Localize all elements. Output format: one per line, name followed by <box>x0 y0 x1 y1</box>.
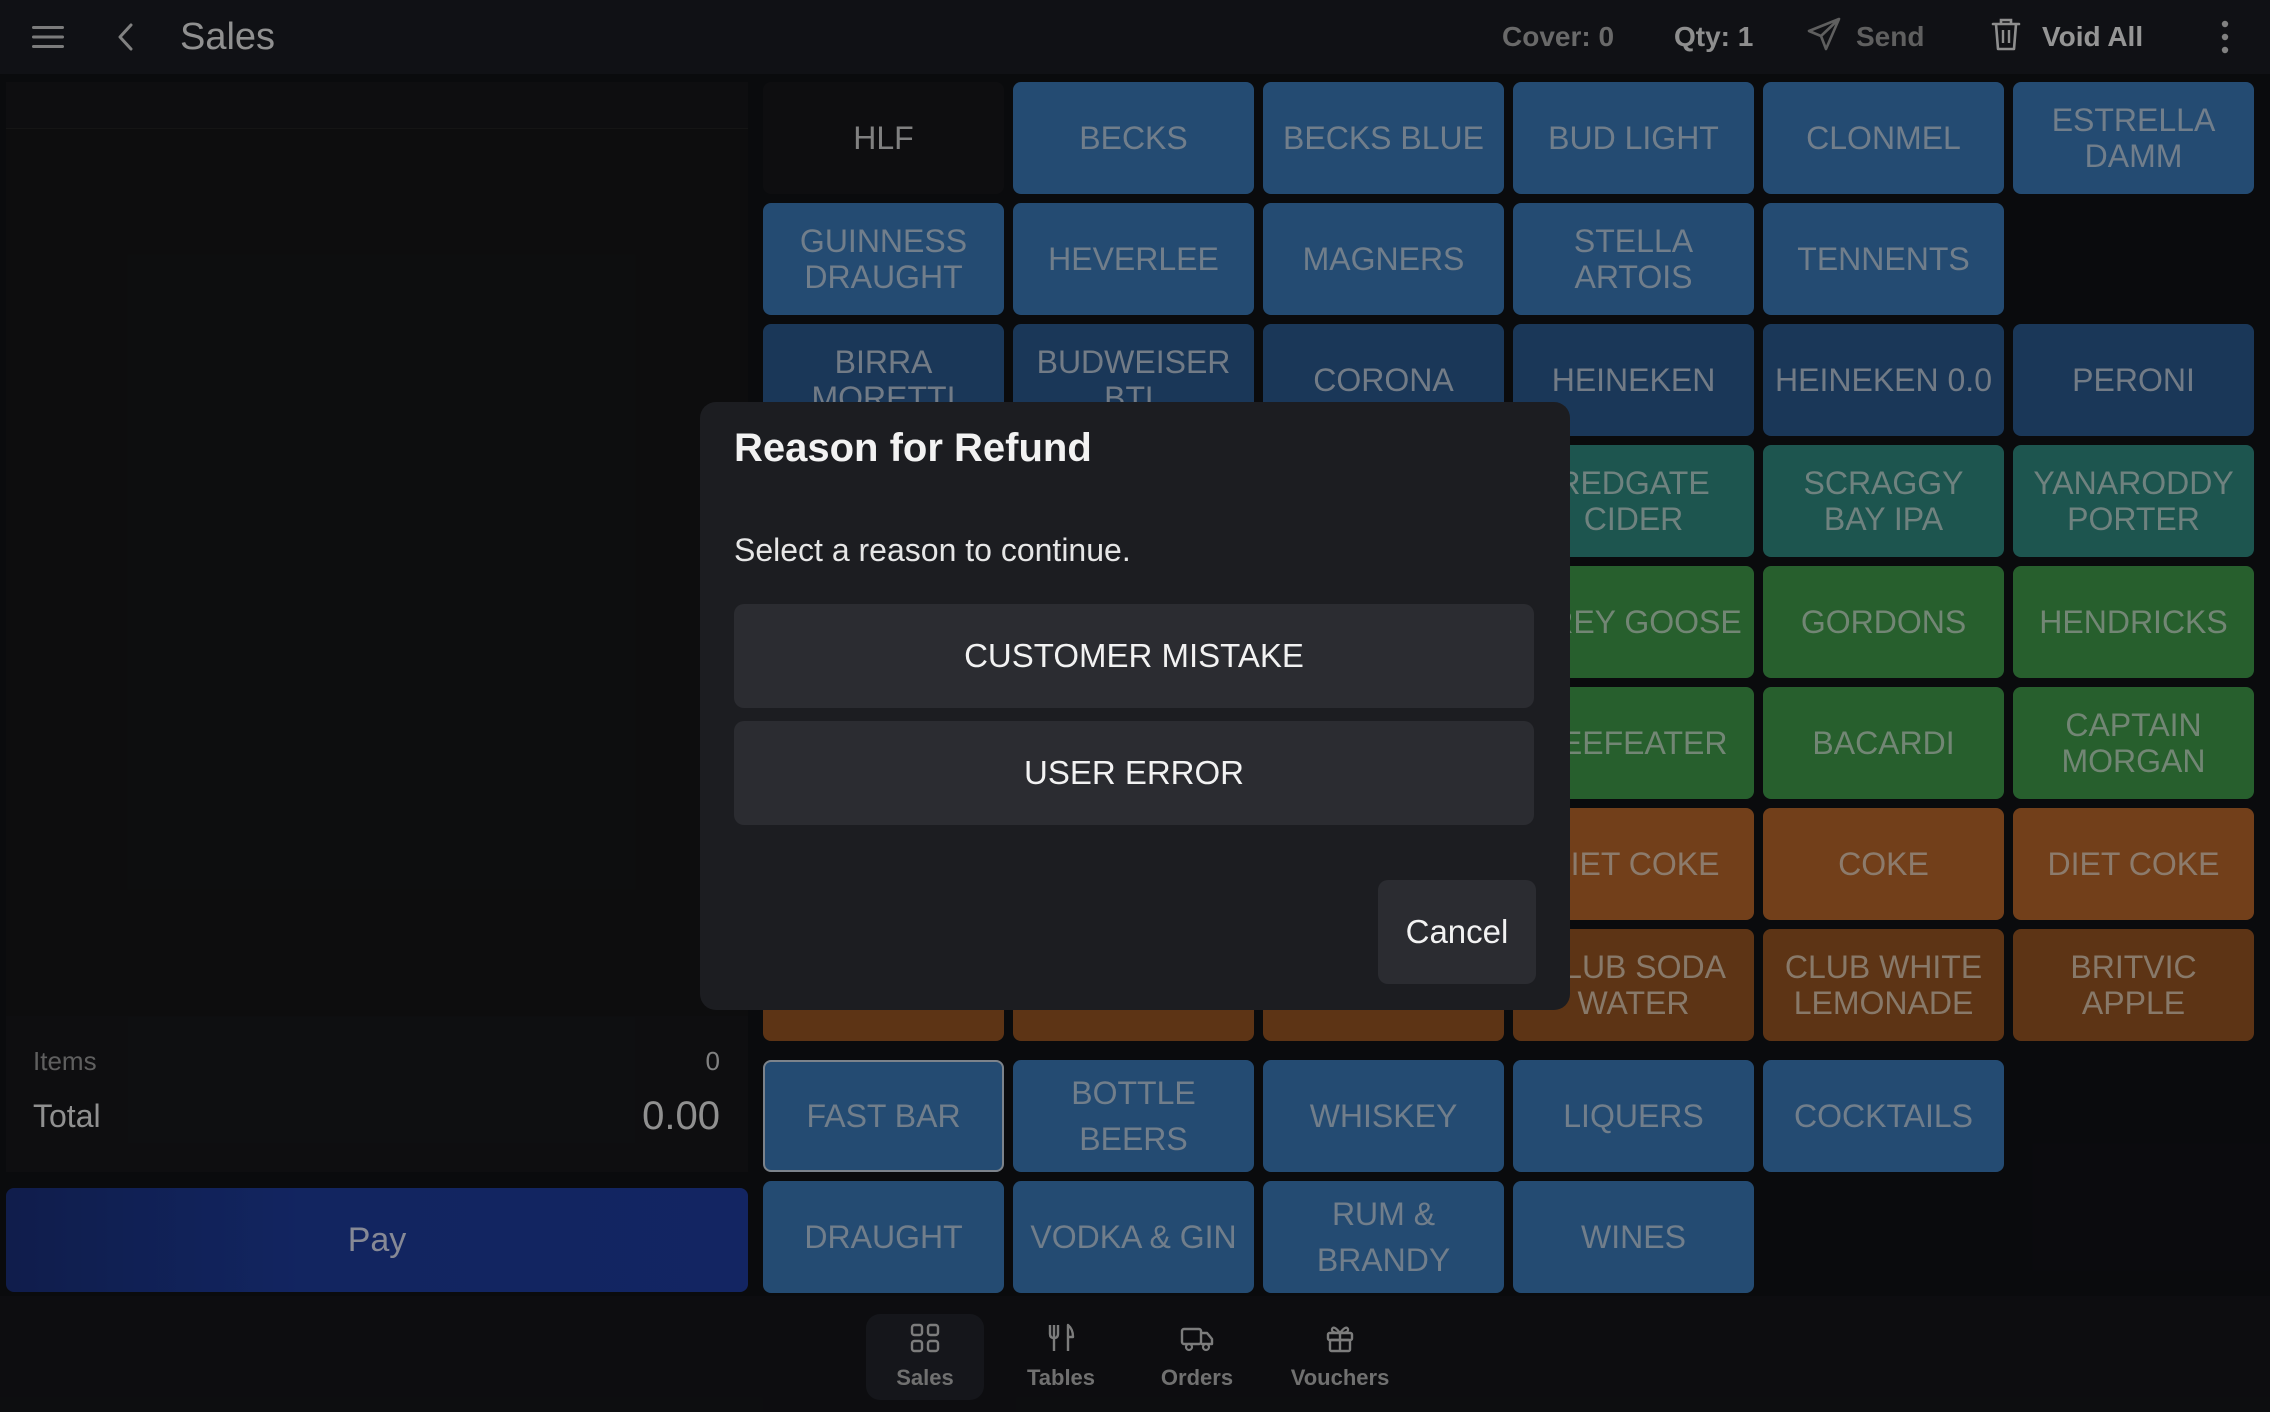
reason-user-error-button[interactable]: USER ERROR <box>734 721 1534 825</box>
cancel-button[interactable]: Cancel <box>1378 880 1536 984</box>
dialog-message: Select a reason to continue. <box>734 532 1131 568</box>
reason-customer-mistake-button[interactable]: CUSTOMER MISTAKE <box>734 604 1534 708</box>
refund-reason-dialog: Reason for Refund Select a reason to con… <box>700 402 1570 1010</box>
dialog-title: Reason for Refund <box>734 426 1092 470</box>
